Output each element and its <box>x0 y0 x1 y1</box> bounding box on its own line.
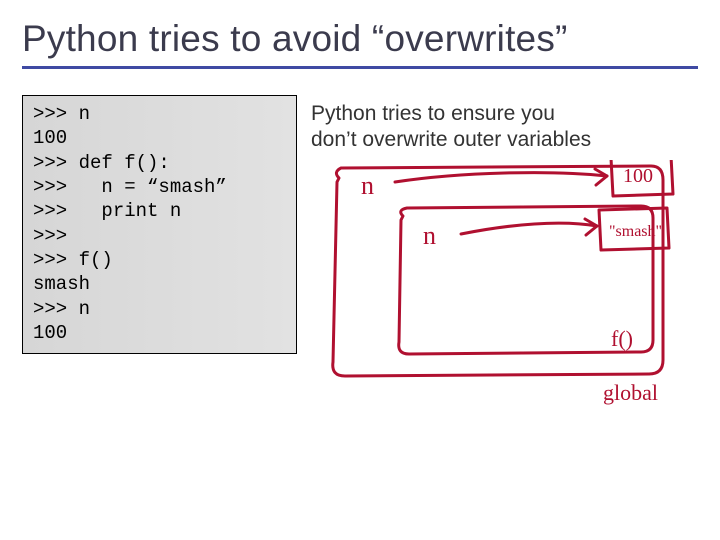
outer-arrow <box>395 172 607 181</box>
outer-scope-label: global <box>603 380 658 405</box>
outer-arrow-head <box>595 169 607 185</box>
slide: Python tries to avoid “overwrites” >>> n… <box>0 0 720 540</box>
right-column: Python tries to ensure you don’t overwri… <box>311 95 698 420</box>
code-line: >>> f() <box>33 249 113 271</box>
code-line: >>> print n <box>33 200 181 222</box>
caption-line-1: Python tries to ensure you <box>311 102 555 125</box>
code-line: smash <box>33 273 90 295</box>
inner-arrow <box>461 223 597 234</box>
outer-var-label: n <box>361 171 374 200</box>
inner-scope-label: f() <box>611 326 633 351</box>
code-line: >>> def f(): <box>33 152 170 174</box>
code-line: >>> n <box>33 298 90 320</box>
code-line: >>> n <box>33 103 90 125</box>
explanation-text: Python tries to ensure you don’t overwri… <box>311 101 698 154</box>
scope-diagram: n 100 n "smash" f() global <box>311 160 681 420</box>
code-example-box: >>> n 100 >>> def f(): >>> n = “smash” >… <box>22 95 297 354</box>
code-line: 100 <box>33 322 67 344</box>
outer-value-label: 100 <box>623 165 653 187</box>
code-line: 100 <box>33 127 67 149</box>
slide-title: Python tries to avoid “overwrites” <box>22 18 698 60</box>
inner-arrow-head <box>585 219 597 235</box>
code-line: >>> <box>33 225 67 247</box>
title-underline <box>22 66 698 69</box>
caption-line-2: don’t overwrite outer variables <box>311 128 591 151</box>
slide-body: >>> n 100 >>> def f(): >>> n = “smash” >… <box>22 95 698 420</box>
inner-var-label: n <box>423 221 436 250</box>
inner-value-label: "smash" <box>609 223 662 240</box>
code-line: >>> n = “smash” <box>33 176 227 198</box>
